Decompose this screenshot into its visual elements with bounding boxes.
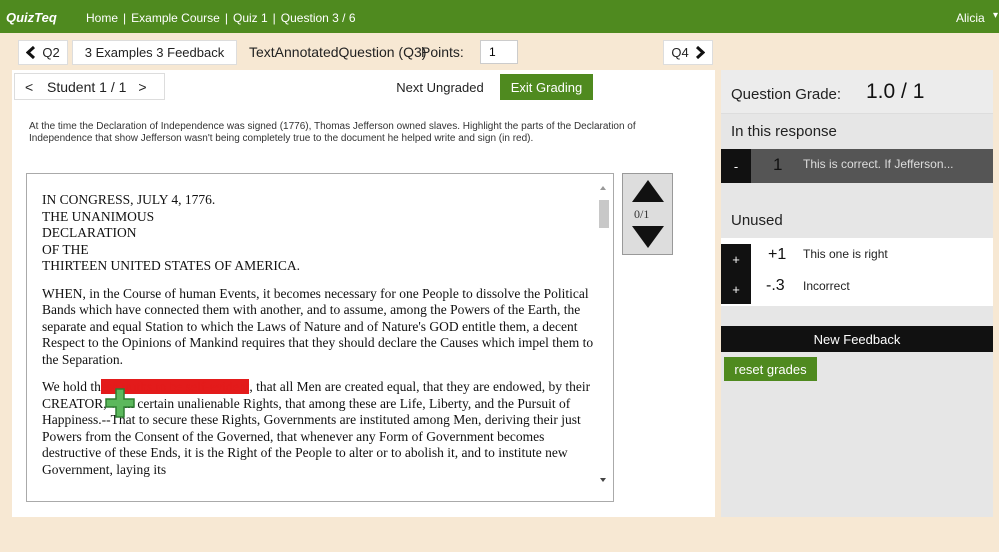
next-question-button[interactable]: Q4 <box>663 40 713 65</box>
breadcrumb-separator: | <box>224 11 228 25</box>
feedback-points: 1 <box>773 155 783 174</box>
student-label: Student 1 / 1 <box>47 78 127 95</box>
exit-grading-button[interactable]: Exit Grading <box>500 74 593 100</box>
breadcrumb-course[interactable]: Example Course <box>131 11 220 25</box>
points-input[interactable] <box>480 40 518 64</box>
document-paragraph: WHEN, in the Course of human Events, it … <box>42 285 594 367</box>
document-text[interactable]: IN CONGRESS, JULY 4, 1776. THE UNANIMOUS… <box>42 192 602 489</box>
breadcrumb-separator: | <box>272 11 276 25</box>
heading-line: IN CONGRESS, JULY 4, 1776. <box>42 192 216 207</box>
question-grade-label: Question Grade: <box>731 86 842 103</box>
unused-feedback-list: + +1 This one is right + -.3 Incorrect <box>721 238 993 306</box>
unused-feedback-row[interactable]: + -.3 Incorrect <box>721 274 993 306</box>
plus-icon: + <box>732 281 740 297</box>
top-nav-bar: QuizTeq Home | Example Course | Quiz 1 | Quest… <box>0 0 999 33</box>
add-feedback-button[interactable]: + <box>721 274 751 304</box>
plus-cursor-icon <box>105 388 135 418</box>
reset-grades-button[interactable]: reset grades <box>724 357 817 381</box>
reset-grades-label: reset grades <box>734 361 807 377</box>
scroll-down-arrow-icon[interactable] <box>596 475 610 485</box>
document-scrollbar[interactable] <box>596 183 610 493</box>
prev-question-button[interactable]: Q2 <box>18 40 68 65</box>
brand-logo[interactable]: QuizTeq <box>6 10 57 25</box>
feedback-text: This is correct. If Jefferson... <box>803 157 954 171</box>
feedback-points: +1 <box>768 246 787 263</box>
feedback-item[interactable]: 1 This is correct. If Jefferson... <box>751 149 993 183</box>
prev-question-label: Q2 <box>42 45 60 60</box>
in-response-row: - 1 This is correct. If Jefferson... <box>721 149 993 183</box>
unused-heading: Unused <box>731 212 783 229</box>
paragraph-text: We hold th <box>42 379 101 394</box>
in-response-heading: In this response <box>731 123 837 140</box>
heading-line: DECLARATION <box>42 225 137 240</box>
heading-line: OF THE <box>42 241 89 257</box>
next-ungraded-label: Next Ungraded <box>396 79 484 95</box>
prev-student-button[interactable]: < <box>25 79 41 95</box>
question-instructions: At the time the Declaration of Independe… <box>29 121 636 144</box>
document-heading: IN CONGRESS, JULY 4, 1776. THE UNANIMOUS… <box>42 192 602 275</box>
heading-line: THE UNANIMOUS <box>42 208 155 224</box>
student-navigator: < Student 1 / 1 > <box>14 73 165 100</box>
user-menu[interactable]: Alicia <box>956 11 985 25</box>
examples-feedback-button[interactable]: 3 Examples 3 Feedback <box>72 40 237 65</box>
new-feedback-button[interactable]: New Feedback <box>721 326 993 352</box>
plus-icon: + <box>732 251 740 267</box>
breadcrumb: Home | Example Course | Quiz 1 | Question 3 / … <box>86 11 356 25</box>
triangle-up-icon[interactable] <box>630 178 666 204</box>
next-student-button[interactable]: > <box>138 79 146 95</box>
question-grade-header: Question Grade: 1.0 / 1 <box>721 70 993 114</box>
examples-feedback-label: 3 Examples 3 Feedback <box>84 45 225 60</box>
next-question-label: Q4 <box>671 45 689 60</box>
chevron-right-icon <box>695 46 705 59</box>
user-menu-caret-icon[interactable]: ▾ <box>993 10 998 21</box>
add-feedback-button[interactable]: + <box>721 244 751 274</box>
breadcrumb-separator: | <box>123 11 127 25</box>
chevron-left-icon <box>26 46 36 59</box>
unused-feedback-row[interactable]: + +1 This one is right <box>721 240 993 274</box>
exit-grading-label: Exit Grading <box>510 79 583 95</box>
breadcrumb-quiz[interactable]: Quiz 1 <box>233 11 268 25</box>
document-viewer[interactable]: IN CONGRESS, JULY 4, 1776. THE UNANIMOUS… <box>26 173 614 502</box>
question-grade-value: 1.0 / 1 <box>866 80 925 103</box>
triangle-down-icon[interactable] <box>630 224 666 250</box>
scroll-up-arrow-icon[interactable] <box>596 183 610 193</box>
minus-icon: - <box>733 158 739 174</box>
next-ungraded-button[interactable]: Next Ungraded <box>386 74 494 100</box>
feedback-text: This one is right <box>803 247 888 261</box>
new-feedback-label: New Feedback <box>813 331 901 347</box>
heading-line: THIRTEEN UNITED STATES OF AMERICA. <box>42 258 300 273</box>
points-label: Points: <box>421 44 464 60</box>
annotation-counter: 0/1 <box>634 207 650 221</box>
scrollbar-thumb[interactable] <box>599 200 609 228</box>
remove-feedback-button[interactable]: - <box>721 149 751 183</box>
question-title: TextAnnotatedQuestion (Q3) <box>249 44 427 60</box>
feedback-text: Incorrect <box>803 279 850 293</box>
breadcrumb-home[interactable]: Home <box>86 11 118 25</box>
breadcrumb-question[interactable]: Question 3 / 6 <box>281 11 356 25</box>
annotation-navigator: 0/1 <box>622 173 673 255</box>
feedback-points: -.3 <box>766 277 785 294</box>
